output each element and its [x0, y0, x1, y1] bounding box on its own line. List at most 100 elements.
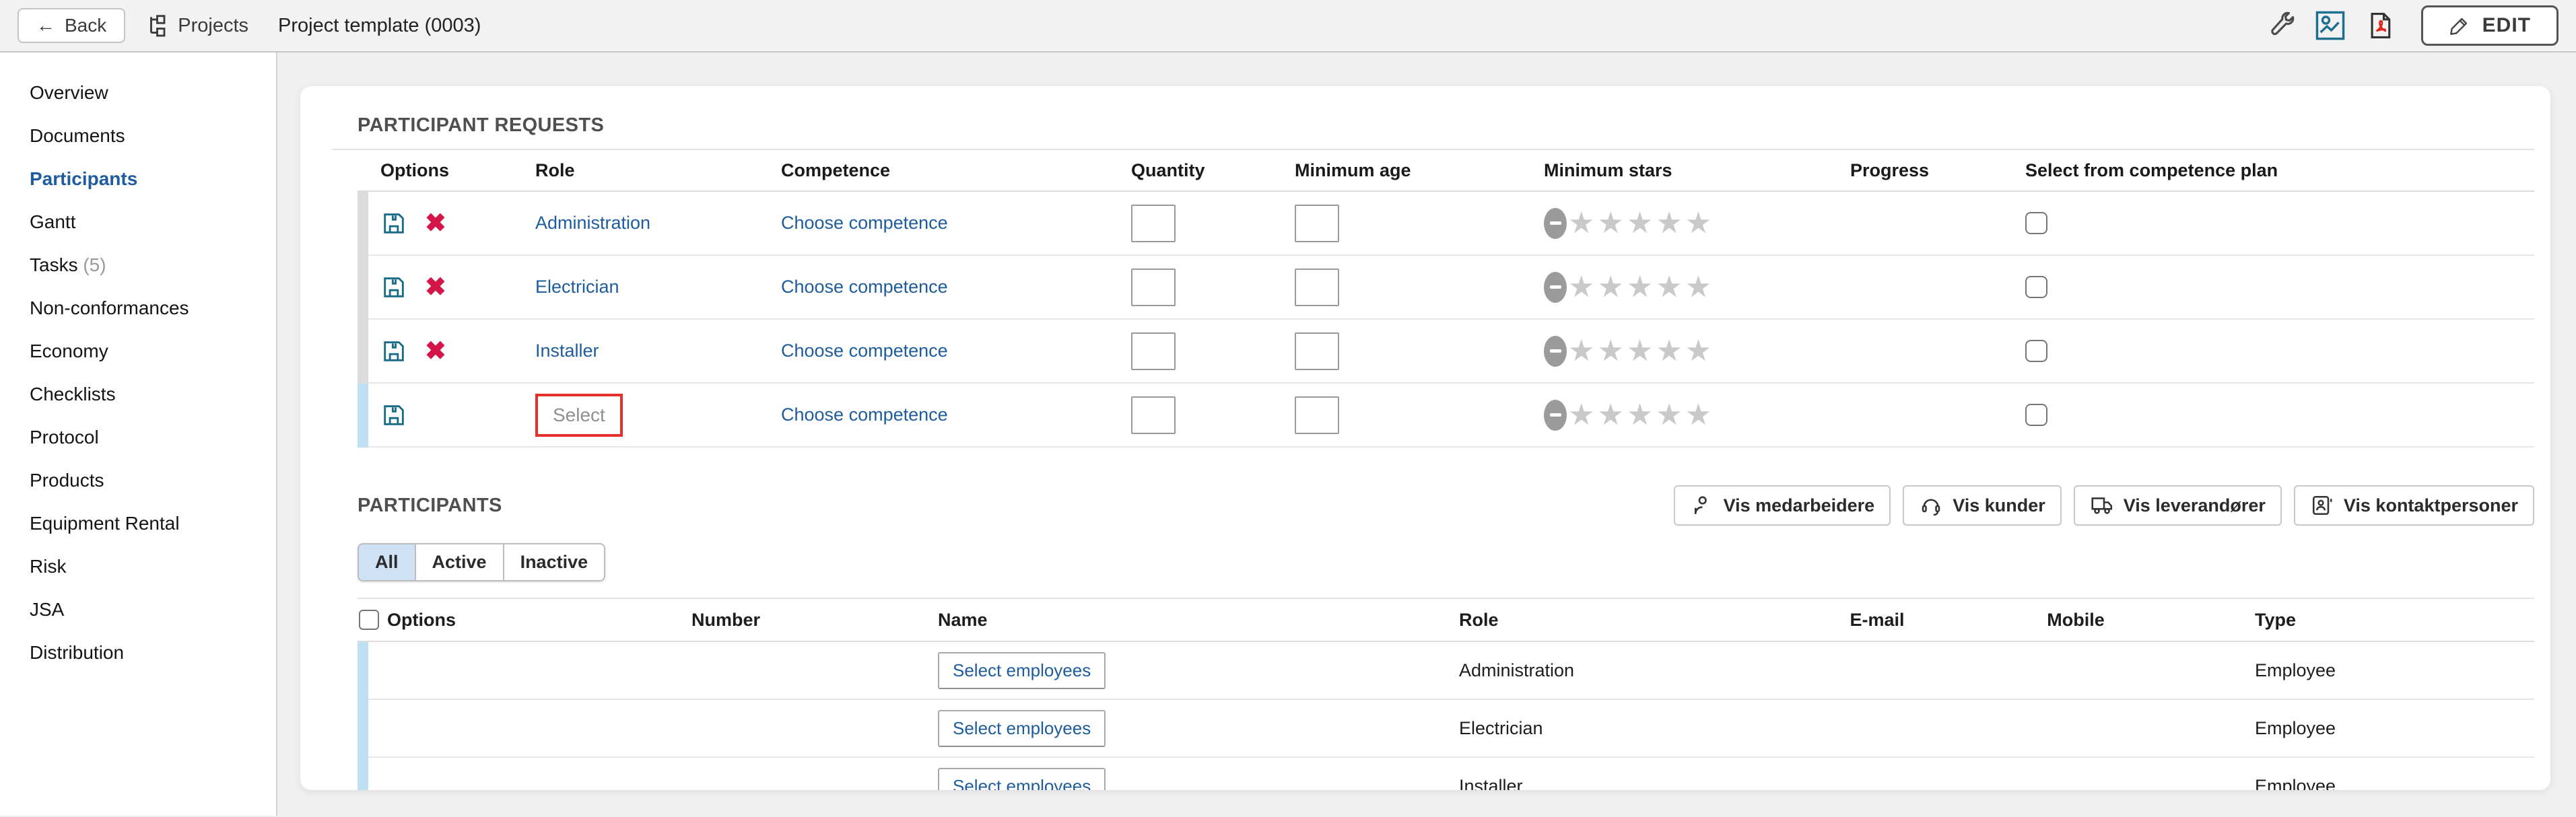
star-rating[interactable]: ★★★★★ — [1544, 400, 1714, 431]
tasks-label: Tasks — [30, 254, 78, 275]
star-rating[interactable]: ★★★★★ — [1544, 336, 1714, 367]
competence-plan-checkbox[interactable] — [2025, 212, 2047, 234]
participant-request-row-new: Select Choose competence ★★★★★ — [358, 384, 2534, 448]
role-cell: Electrician — [1400, 700, 1757, 758]
button-label: Vis kunder — [1953, 495, 2045, 516]
breadcrumb[interactable]: Projects — [144, 13, 248, 38]
role-link[interactable]: Administration — [535, 213, 650, 234]
button-label: Vis leverandører — [2124, 495, 2266, 516]
save-icon[interactable] — [380, 210, 407, 237]
type-cell: Employee — [2154, 700, 2534, 758]
minimum-age-input[interactable] — [1295, 269, 1339, 306]
stars-icon: ★★★★★ — [1568, 400, 1714, 430]
row-options-cell — [368, 642, 570, 700]
progress-cell — [1850, 256, 2025, 320]
sidebar-item-non-conformances[interactable]: Non-conformances — [0, 287, 276, 330]
email-cell — [1757, 642, 1998, 700]
quantity-input[interactable] — [1131, 205, 1176, 242]
role-link[interactable]: Installer — [535, 341, 599, 361]
sidebar-item-jsa[interactable]: JSA — [0, 588, 276, 631]
delete-icon[interactable]: ✖ — [425, 339, 446, 364]
tab-active[interactable]: Active — [415, 543, 504, 581]
role-select-highlighted[interactable]: Select — [535, 394, 623, 437]
sidebar-item-gantt[interactable]: Gantt — [0, 201, 276, 244]
column-select-from-competence-plan: Select from competence plan — [2025, 160, 2534, 181]
stars-icon: ★★★★★ — [1568, 336, 1714, 366]
choose-competence-link[interactable]: Choose competence — [781, 404, 948, 425]
sidebar-item-distribution[interactable]: Distribution — [0, 631, 276, 674]
minimum-age-input[interactable] — [1295, 205, 1339, 242]
minimum-age-input[interactable] — [1295, 396, 1339, 434]
sidebar-item-documents[interactable]: Documents — [0, 114, 276, 157]
row-options-cell: ✖ — [368, 256, 535, 320]
sidebar-item-participants[interactable]: Participants — [0, 157, 276, 201]
participant-row: Select employees Administration Employee — [358, 642, 2534, 700]
number-cell — [570, 642, 881, 700]
progress-cell — [1850, 320, 2025, 384]
save-icon[interactable] — [380, 338, 407, 365]
contact-card-icon — [2310, 493, 2334, 518]
sidebar-item-protocol[interactable]: Protocol — [0, 416, 276, 459]
participant-request-row: ✖ Electrician Choose competence ★★★★★ — [358, 256, 2534, 320]
quantity-input[interactable] — [1131, 396, 1176, 434]
edit-label: EDIT — [2482, 14, 2531, 37]
choose-competence-link[interactable]: Choose competence — [781, 277, 948, 297]
number-cell — [570, 758, 881, 790]
quantity-input[interactable] — [1131, 332, 1176, 370]
save-icon[interactable] — [380, 274, 407, 301]
star-rating[interactable]: ★★★★★ — [1544, 272, 1714, 303]
select-all-checkbox[interactable] — [359, 610, 379, 630]
tab-all[interactable]: All — [358, 543, 416, 581]
column-competence: Competence — [781, 160, 1131, 181]
column-progress: Progress — [1850, 160, 2025, 181]
column-type: Type — [2154, 610, 2534, 631]
stars-icon: ★★★★★ — [1568, 273, 1714, 302]
column-role: Role — [535, 160, 781, 181]
button-label: Vis kontaktpersoner — [2344, 495, 2518, 516]
tab-inactive[interactable]: Inactive — [503, 543, 606, 581]
choose-competence-link[interactable]: Choose competence — [781, 341, 948, 361]
competence-plan-checkbox[interactable] — [2025, 340, 2047, 362]
sidebar-item-risk[interactable]: Risk — [0, 545, 276, 588]
select-employees-button[interactable]: Select employees — [938, 652, 1106, 689]
back-label: Back — [65, 15, 106, 36]
select-employees-button[interactable]: Select employees — [938, 710, 1106, 747]
row-indicator-bar — [358, 256, 368, 320]
participants-header: Options Number Name Role E-mail Mobile T… — [358, 598, 2534, 642]
sidebar: Overview Documents Participants Gantt Ta… — [0, 52, 277, 816]
row-options-cell: ✖ — [368, 192, 535, 256]
quantity-input[interactable] — [1131, 269, 1176, 306]
save-icon[interactable] — [380, 402, 407, 429]
delete-icon[interactable]: ✖ — [425, 275, 446, 300]
minus-circle-icon — [1544, 336, 1567, 367]
show-customers-button[interactable]: Vis kunder — [1903, 485, 2062, 526]
sidebar-item-tasks[interactable]: Tasks (5) — [0, 244, 276, 287]
sidebar-item-equipment-rental[interactable]: Equipment Rental — [0, 502, 276, 545]
minus-circle-icon — [1544, 272, 1567, 303]
user-report-icon[interactable] — [2315, 10, 2346, 41]
role-link[interactable]: Electrician — [535, 277, 619, 297]
participant-requests-header: Options Role Competence Quantity Minimum… — [358, 150, 2534, 192]
stars-icon: ★★★★★ — [1568, 209, 1714, 238]
show-employees-button[interactable]: Vis medarbeidere — [1674, 485, 1891, 526]
competence-plan-checkbox[interactable] — [2025, 276, 2047, 298]
page-title: Project template (0003) — [278, 15, 481, 37]
edit-button[interactable]: EDIT — [2421, 5, 2558, 46]
breadcrumb-label: Projects — [178, 15, 248, 37]
sidebar-item-products[interactable]: Products — [0, 459, 276, 502]
wrench-icon[interactable] — [2265, 10, 2296, 41]
select-employees-button[interactable]: Select employees — [938, 768, 1106, 791]
column-email: E-mail — [1757, 610, 1998, 631]
show-contact-persons-button[interactable]: Vis kontaktpersoner — [2294, 485, 2534, 526]
competence-plan-checkbox[interactable] — [2025, 404, 2047, 426]
pdf-icon[interactable] — [2365, 10, 2396, 41]
sidebar-item-economy[interactable]: Economy — [0, 330, 276, 373]
minimum-age-input[interactable] — [1295, 332, 1339, 370]
sidebar-item-checklists[interactable]: Checklists — [0, 373, 276, 416]
sidebar-item-overview[interactable]: Overview — [0, 71, 276, 114]
choose-competence-link[interactable]: Choose competence — [781, 213, 948, 234]
delete-icon[interactable]: ✖ — [425, 211, 446, 236]
back-button[interactable]: ← Back — [18, 8, 125, 43]
star-rating[interactable]: ★★★★★ — [1544, 208, 1714, 239]
show-suppliers-button[interactable]: Vis leverandører — [2074, 485, 2282, 526]
